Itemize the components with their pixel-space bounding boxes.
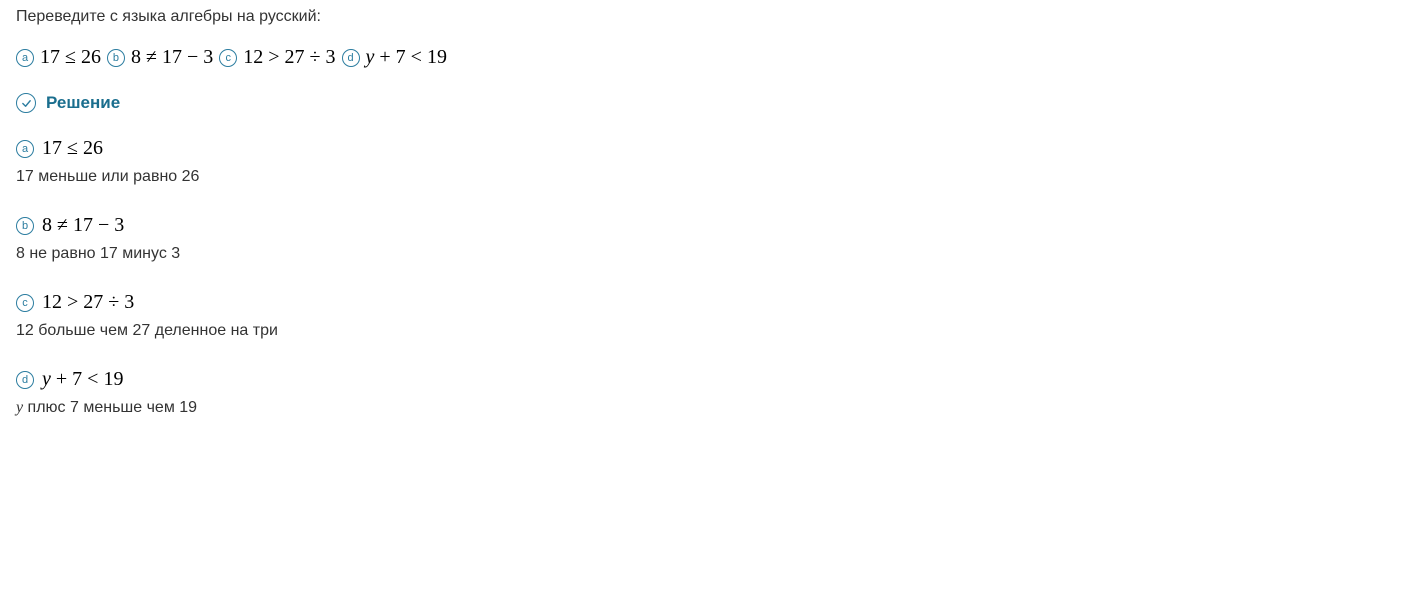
question-text: Переведите с языка алгебры на русский: [16, 8, 1397, 26]
solution-title: Решение [46, 93, 120, 113]
solution-header: Решение [16, 93, 1397, 113]
marker-a: a [16, 140, 34, 158]
solution-b-expr: 8 ≠ 17 − 3 [42, 214, 124, 237]
problem-a-expr: 17 ≤ 26 [40, 46, 101, 69]
marker-d: d [16, 371, 34, 389]
solution-item-c: c 12 > 27 ÷ 3 12 больше чем 27 деленное … [16, 291, 1397, 340]
solution-b-text: 8 не равно 17 минус 3 [16, 245, 1397, 263]
check-icon [16, 93, 36, 113]
marker-b: b [16, 217, 34, 235]
marker-b: b [107, 49, 125, 67]
problem-d-expr: y + 7 < 19 [366, 46, 447, 69]
solution-item-b: b 8 ≠ 17 − 3 8 не равно 17 минус 3 [16, 214, 1397, 263]
solution-c-expr: 12 > 27 ÷ 3 [42, 291, 134, 314]
marker-c: c [16, 294, 34, 312]
marker-a: a [16, 49, 34, 67]
solution-c-text: 12 больше чем 27 деленное на три [16, 322, 1397, 340]
problem-c-expr: 12 > 27 ÷ 3 [243, 46, 335, 69]
problem-b-expr: 8 ≠ 17 − 3 [131, 46, 213, 69]
solution-item-a: a 17 ≤ 26 17 меньше или равно 26 [16, 137, 1397, 186]
solution-item-d: d y + 7 < 19 y плюс 7 меньше чем 19 [16, 368, 1397, 417]
solution-d-text: y плюс 7 меньше чем 19 [16, 399, 1397, 417]
solution-a-expr: 17 ≤ 26 [42, 137, 103, 160]
marker-c: c [219, 49, 237, 67]
marker-d: d [342, 49, 360, 67]
solution-d-expr: y + 7 < 19 [42, 368, 123, 391]
problem-line: a 17 ≤ 26 b 8 ≠ 17 − 3 c 12 > 27 ÷ 3 d y… [16, 46, 1397, 69]
solution-a-text: 17 меньше или равно 26 [16, 168, 1397, 186]
